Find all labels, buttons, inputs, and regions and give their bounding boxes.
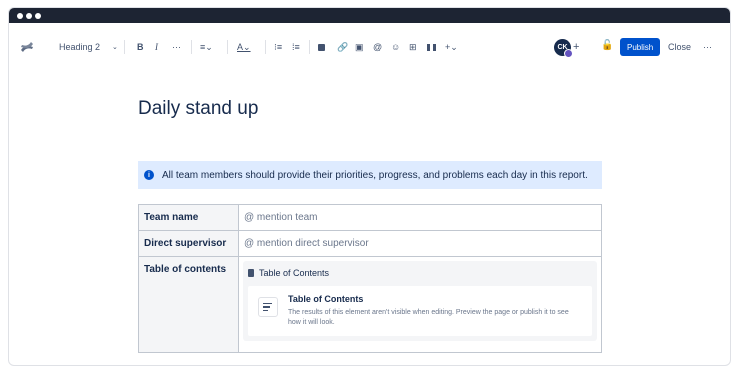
info-panel[interactable]: i All team members should provide their … [138, 161, 602, 189]
numbered-list-icon[interactable]: ⁞≡ [292, 38, 300, 56]
window-dot-icon[interactable] [17, 12, 23, 19]
layout-icon[interactable] [427, 38, 436, 56]
bold-icon[interactable]: B [137, 38, 144, 56]
toc-card-description: The results of this element aren't visib… [288, 309, 569, 326]
table-row: Table of contents Table of Contents Tabl… [138, 256, 602, 353]
window-dot-icon[interactable] [35, 12, 41, 19]
text-style-label: Heading 2 [59, 42, 101, 52]
toc-lines-icon [258, 297, 278, 317]
bullet-list-icon[interactable]: ⁝≡ [274, 38, 282, 56]
table-row: Team name @ mention team [138, 204, 602, 231]
table-cell[interactable]: @ mention direct supervisor [238, 230, 602, 257]
toc-macro-header: Table of Contents [248, 266, 592, 280]
window-titlebar [9, 8, 730, 23]
more-formatting-icon[interactable]: ··· [172, 38, 181, 56]
table-header-cell[interactable]: Table of contents [138, 256, 239, 353]
table-header-cell[interactable]: Direct supervisor [138, 230, 239, 257]
table-row: Direct supervisor @ mention direct super… [138, 230, 602, 257]
editor-toolbar: Heading 2 ⌄ B I ··· ≡⌄ A⌄ ⁝≡ ⁞≡ 🔗 ▣ @ ☺ … [9, 30, 730, 64]
insert-more-icon[interactable]: +⌄ [445, 38, 458, 56]
table-cell[interactable]: Table of Contents Table of Contents The … [238, 256, 602, 353]
table-cell[interactable]: @ mention team [238, 204, 602, 231]
document-icon [248, 269, 254, 277]
close-button[interactable]: Close [668, 38, 691, 56]
emoji-icon[interactable]: ☺ [391, 38, 400, 56]
text-style-dropdown[interactable]: Heading 2 ⌄ [59, 38, 118, 56]
mention-icon[interactable]: @ [373, 38, 382, 56]
chevron-down-icon: ⌄ [112, 44, 118, 51]
toc-macro-label: Table of Contents [259, 268, 330, 278]
table-header-cell[interactable]: Team name [138, 204, 239, 231]
publish-button[interactable]: Publish [620, 38, 661, 56]
standup-table: Team name @ mention team Direct supervis… [138, 204, 602, 353]
task-icon[interactable] [318, 38, 325, 56]
more-options-icon[interactable]: ··· [703, 38, 712, 56]
align-icon[interactable]: ≡⌄ [200, 38, 213, 56]
toc-card: Table of Contents The results of this el… [248, 286, 592, 336]
table-icon[interactable]: ⊞ [409, 38, 417, 56]
avatar[interactable]: CK [554, 38, 573, 58]
text-color-icon[interactable]: A⌄ [237, 38, 251, 56]
add-collaborator-icon[interactable]: + [573, 38, 579, 56]
info-text: All team members should provide their pr… [162, 169, 588, 181]
editor-window: Heading 2 ⌄ B I ··· ≡⌄ A⌄ ⁝≡ ⁞≡ 🔗 ▣ @ ☺ … [8, 7, 731, 366]
link-icon[interactable]: 🔗 [337, 38, 348, 56]
toc-macro[interactable]: Table of Contents Table of Contents The … [243, 261, 597, 341]
italic-icon[interactable]: I [155, 38, 158, 56]
toc-card-title: Table of Contents [288, 294, 364, 304]
page-title[interactable]: Daily stand up [138, 98, 258, 120]
info-icon: i [144, 170, 154, 180]
confluence-logo-icon[interactable] [19, 38, 35, 56]
window-dot-icon[interactable] [26, 12, 32, 19]
unlock-icon[interactable]: 🔓 [601, 36, 613, 54]
image-icon[interactable]: ▣ [355, 38, 364, 56]
